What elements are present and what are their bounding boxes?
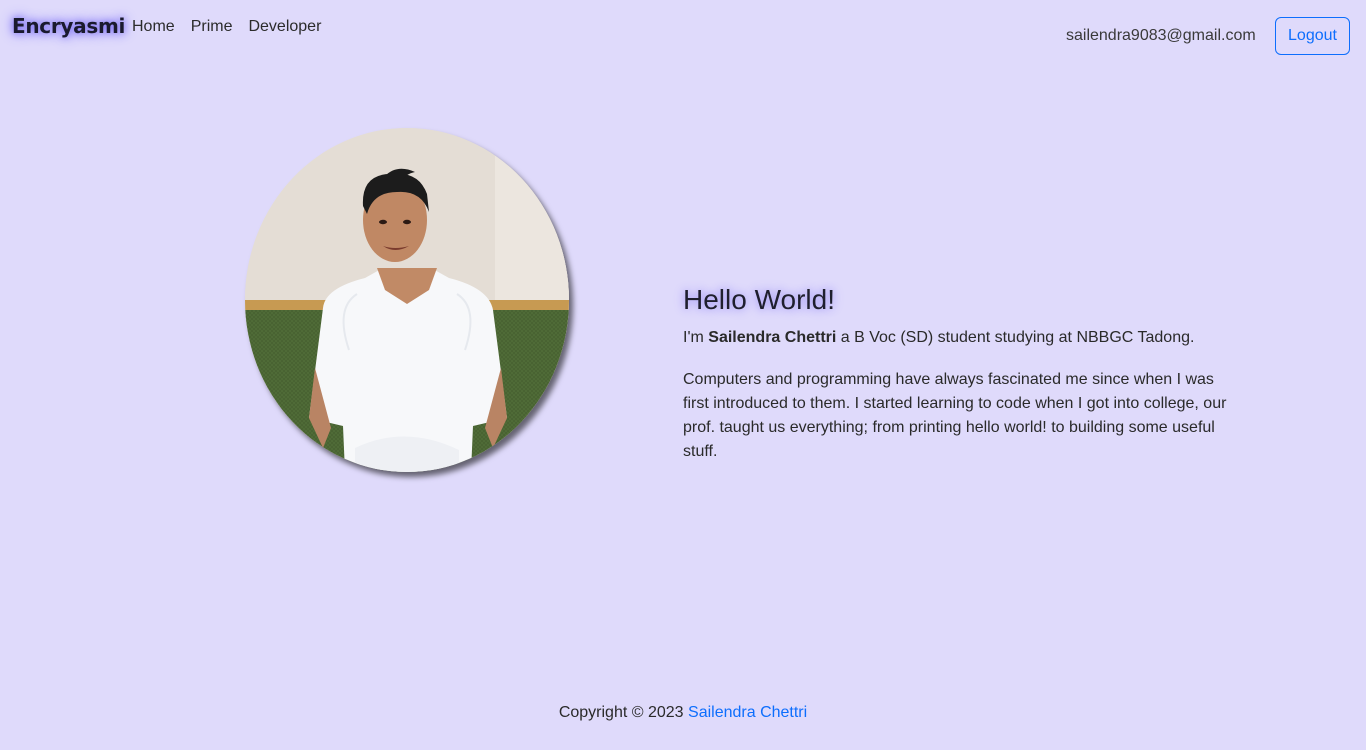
intro-prefix: I'm: [683, 329, 709, 346]
intro-text: I'm Sailendra Chettri a B Voc (SD) stude…: [683, 328, 1243, 348]
hero-title: Hello World!: [683, 284, 835, 315]
bio-text: Computers and programming have always fa…: [683, 371, 1227, 460]
brand-logo[interactable]: Encryasmi: [12, 14, 125, 38]
footer: Copyright © 2023 Sailendra Chettri: [0, 704, 1366, 722]
author-name: Sailendra Chettri: [708, 329, 837, 346]
footer-author-link[interactable]: Sailendra Chettri: [688, 704, 807, 721]
copyright-text: Copyright © 2023: [558, 704, 689, 721]
nav-links: Home Prime Developer: [132, 18, 321, 36]
navbar: Encryasmi Home Prime Developer sailendra…: [0, 0, 1366, 60]
nav-link-developer[interactable]: Developer: [248, 18, 321, 36]
logout-button[interactable]: Logout: [1275, 17, 1350, 55]
intro-suffix: a B Voc (SD) student studying at NBBGC T…: [836, 329, 1195, 346]
nav-link-home[interactable]: Home: [132, 18, 175, 36]
user-email: sailendra9083@gmail.com: [1066, 27, 1256, 44]
nav-link-prime[interactable]: Prime: [191, 18, 233, 36]
profile-photo: [245, 128, 569, 472]
